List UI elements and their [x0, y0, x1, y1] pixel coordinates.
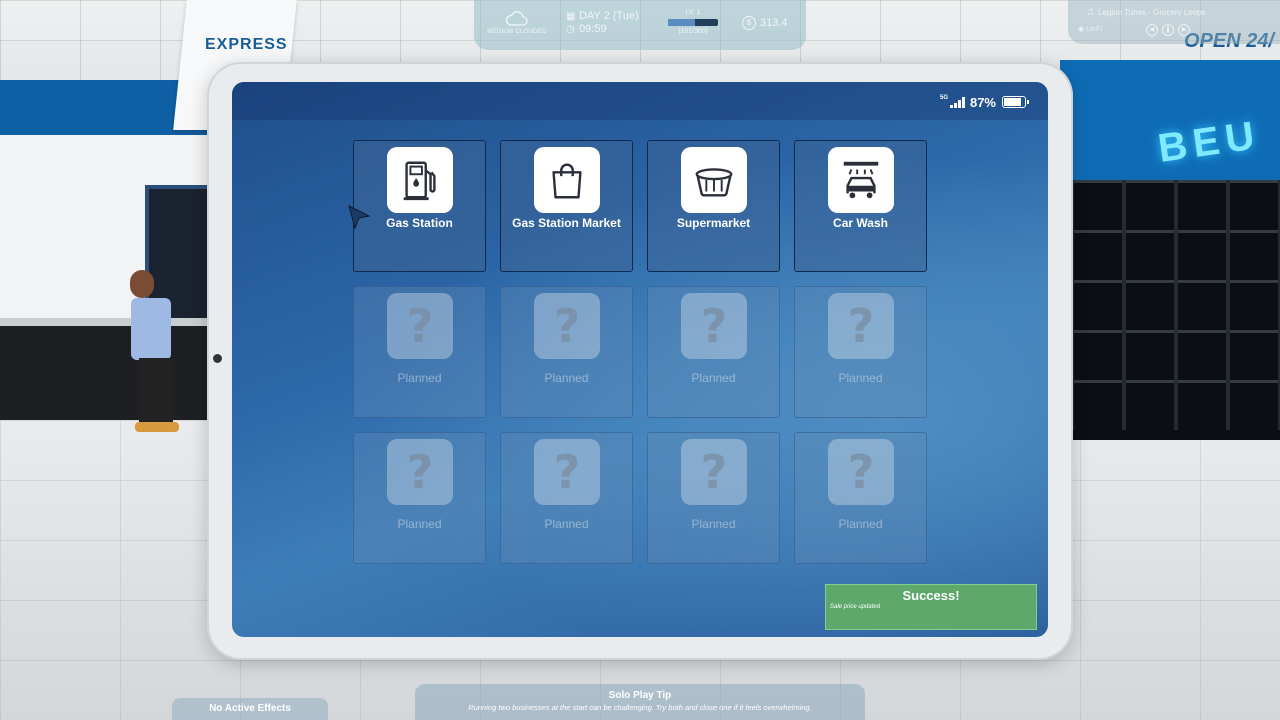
app-tile-label: Planned	[838, 371, 883, 385]
fuel-pump-icon	[387, 147, 453, 213]
business-app-grid: Gas Station Gas Station Market Supermarket…	[353, 140, 929, 564]
question-icon: ?	[534, 439, 600, 505]
mouse-cursor-icon	[348, 205, 371, 230]
tip-panel: Solo Play Tip Running two businesses at …	[415, 684, 865, 720]
toast-message: Sale price updated	[830, 604, 881, 610]
weather-label: MEDIUM CLOUDED	[487, 29, 547, 35]
battery-percent: 87%	[969, 95, 996, 110]
app-tile-planned: ? Planned	[500, 286, 633, 418]
previous-track-icon[interactable]: ◀	[1146, 24, 1158, 36]
tip-title: Solo Play Tip	[608, 690, 672, 701]
active-effects-panel: No Active Effects	[172, 698, 328, 720]
car-wash-icon	[828, 147, 894, 213]
music-controls: ◀ ❚ ▶	[1146, 24, 1194, 36]
app-tile-label: Planned	[544, 517, 589, 531]
battery-icon	[1002, 96, 1029, 108]
app-tile-label: Planned	[397, 371, 442, 385]
app-tile-planned: ? Planned	[794, 432, 927, 564]
signal-icon	[950, 97, 966, 108]
basket-icon	[681, 147, 747, 213]
app-tile-label: Gas Station Market	[512, 216, 621, 230]
app-tile-gas-station[interactable]: Gas Station	[353, 140, 486, 272]
app-tile-gas-station-market[interactable]: Gas Station Market	[500, 140, 633, 272]
app-tile-label: Car Wash	[833, 216, 888, 230]
xp-label: [161/300]	[678, 28, 708, 35]
level-label: LV. 1	[685, 9, 701, 16]
clock-icon: ◷	[566, 24, 575, 35]
level-widget: LV. 1 [161/300]	[668, 9, 718, 35]
customer-npc	[125, 270, 185, 435]
app-tile-planned: ? Planned	[794, 286, 927, 418]
app-tile-planned: ? Planned	[500, 432, 633, 564]
pause-icon[interactable]: ❚	[1162, 24, 1174, 36]
day-label: DAY 2 (Tue)	[579, 10, 639, 22]
app-tile-label: Planned	[838, 517, 883, 531]
app-tile-supermarket[interactable]: Supermarket	[647, 140, 780, 272]
question-icon: ?	[681, 439, 747, 505]
tablet-status-bar: 5G 87%	[232, 82, 1048, 120]
money-label: 313.4	[760, 16, 788, 29]
app-tile-planned: ? Planned	[647, 286, 780, 418]
music-note-icon: ♫	[1086, 6, 1095, 18]
question-icon: ?	[387, 439, 453, 505]
shopping-bag-icon	[534, 147, 600, 213]
weather-widget: MEDIUM CLOUDED	[484, 8, 550, 35]
question-icon: ?	[828, 439, 894, 505]
question-icon: ?	[681, 293, 747, 359]
calendar-icon: ▦	[566, 11, 576, 22]
app-tile-label: Planned	[691, 371, 736, 385]
question-icon: ?	[828, 293, 894, 359]
app-tile-label: Planned	[691, 517, 736, 531]
network-label: 5G	[939, 95, 948, 101]
drink-fridges	[1070, 180, 1280, 430]
cloud-icon	[505, 11, 528, 26]
tip-body: Running two businesses at the start can …	[468, 703, 812, 712]
app-tile-car-wash[interactable]: Car Wash	[794, 140, 927, 272]
coin-icon: $	[742, 16, 756, 30]
app-tile-planned: ? Planned	[647, 432, 780, 564]
question-icon: ?	[387, 293, 453, 359]
app-tile-label: Planned	[544, 371, 589, 385]
app-tile-label: Gas Station	[386, 216, 453, 230]
xp-bar	[668, 19, 718, 26]
music-player: ♫ Legion Tunes - Grocery Loops ◉ Lo-Fi ◀…	[1068, 0, 1280, 44]
success-toast: Success! Sale price updated	[825, 584, 1037, 630]
app-tile-label: Supermarket	[676, 216, 751, 230]
app-tile-label: Planned	[397, 517, 442, 531]
app-tile-planned: ? Planned	[353, 432, 486, 564]
toast-title: Success!	[902, 588, 960, 603]
express-banner-text: EXPRESS	[205, 36, 288, 53]
app-tile-planned: ? Planned	[353, 286, 486, 418]
money-widget: $313.4	[742, 16, 788, 30]
time-label: 09:59	[579, 23, 607, 35]
next-track-icon[interactable]: ▶	[1178, 24, 1190, 36]
music-track-title: Legion Tunes - Grocery Loops	[1098, 8, 1206, 17]
tablet-screen: 5G 87% Gas Station Gas Station Market Supe…	[232, 82, 1048, 637]
question-icon: ?	[534, 293, 600, 359]
tablet-camera	[213, 354, 222, 363]
day-time-widget: ▦ DAY 2 (Tue) ◷ 09:59	[566, 10, 639, 36]
music-genre: ◉ Lo-Fi	[1078, 26, 1103, 33]
top-hud: MEDIUM CLOUDED ▦ DAY 2 (Tue) ◷ 09:59 LV.…	[474, 0, 806, 50]
xp-bar-fill	[668, 19, 695, 26]
